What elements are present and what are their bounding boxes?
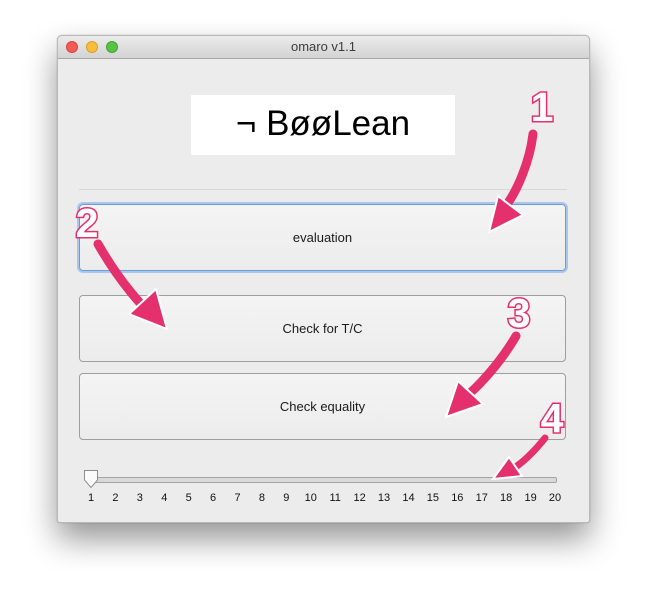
slider-tick-label: 20	[548, 492, 562, 504]
slider-tick-label: 8	[258, 492, 265, 504]
slider-tick-label: 7	[234, 492, 241, 504]
slider-tick-label: 1	[87, 492, 95, 504]
slider-tick-label: 17	[475, 492, 488, 504]
slider-tick-labels: 1 2 3 4 5 6 7 8 9 10 11 12 13 14 15 16 17 18 19 20	[87, 492, 561, 506]
check-tc-button[interactable]: Check for T/C	[79, 295, 566, 362]
evaluation-button[interactable]: evaluation	[79, 204, 566, 271]
slider-tick-label: 3	[136, 492, 143, 504]
slider-tick-label: 10	[304, 492, 317, 504]
slider-tick-label: 6	[210, 492, 217, 504]
slider-tick-label: 9	[283, 492, 290, 504]
slider-tick-label: 12	[353, 492, 366, 504]
boolean-logo: ¬ BøøLean	[191, 95, 455, 155]
slider-tick-label: 16	[451, 492, 464, 504]
slider-tick-label: 4	[161, 492, 168, 504]
divider	[79, 189, 567, 190]
title-bar[interactable]: omaro v1.1	[58, 36, 589, 59]
level-slider-track[interactable]	[91, 477, 557, 483]
slider-tick-label: 14	[402, 492, 415, 504]
slider-tick-label: 15	[426, 492, 440, 504]
slider-tick-label: 5	[185, 492, 192, 504]
slider-thumb[interactable]	[83, 469, 99, 489]
app-window: omaro v1.1 ¬ BøøLean evaluation Check fo…	[57, 35, 590, 523]
slider-tick-label: 11	[329, 492, 341, 504]
slider-tick-label: 18	[500, 492, 513, 504]
slider-tick-label: 13	[377, 492, 391, 504]
slider-tick-label: 2	[112, 492, 119, 504]
check-equality-button[interactable]: Check equality	[79, 373, 566, 440]
slider-tick-label: 19	[524, 492, 537, 504]
window-title: omaro v1.1	[290, 39, 357, 54]
